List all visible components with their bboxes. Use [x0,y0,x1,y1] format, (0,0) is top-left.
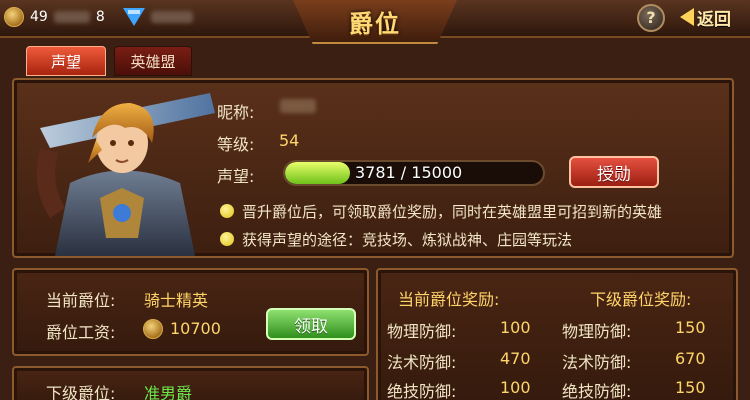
reward-next-label: 物理防御: [562,322,632,341]
reward-label: 物理防御: [387,322,457,341]
salary-label: 爵位工资: [46,323,116,342]
bullet-dot-icon [220,232,234,246]
next-rank-value: 准男爵 [144,384,193,400]
reputation-progress-fill [285,162,351,184]
gold-currency: 49 8 [4,5,105,29]
current-rewards-header: 当前爵位奖励: [398,290,500,309]
award-button[interactable]: 授勋 [569,156,659,188]
current-rank-label: 当前爵位: [46,291,116,310]
reward-current-value: 100 [500,378,531,397]
diamond-icon [123,8,145,26]
back-button[interactable]: 返回 [680,5,731,30]
reward-next-value: 150 [675,378,706,397]
reputation-label: 声望: [217,167,255,186]
nickname-label: 昵称: [217,103,255,122]
reward-label: 绝技防御: [387,382,457,400]
bullet-dot-icon [220,204,234,218]
hero-portrait [36,93,215,256]
current-rank-value: 骑士精英 [144,291,209,310]
reward-next-value: 670 [675,349,706,368]
tab-reputation[interactable]: 声望 [26,46,106,76]
reputation-progress-text: 3781 / 15000 [355,163,463,182]
reward-next-label: 绝技防御: [562,382,632,400]
page-title: 爵位 [349,9,401,38]
bullet-text: 获得声望的途径：竞技场、炼狱战神、庄园等玩法 [242,230,573,249]
claim-button[interactable]: 领取 [266,308,356,340]
next-rewards-header: 下级爵位奖励: [590,290,692,309]
salary-value: 10700 [170,319,221,338]
gold-suffix: 8 [95,9,105,25]
level-label: 等级: [217,135,255,154]
reward-next-label: 法术防御: [562,353,632,372]
info-bullet: 获得声望的途径：竞技场、炼狱战神、庄园等玩法 [220,229,572,249]
gold-coin-icon [4,7,24,27]
reward-next-value: 150 [675,318,706,337]
gold-prefix: 49 [30,9,48,25]
title-plate: 爵位 [293,0,457,44]
info-bullet: 晋升爵位后，可领取爵位奖励，同时在英雄盟里可招到新的英雄 [220,201,662,221]
next-rank-label: 下级爵位: [46,384,116,400]
gold-coin-icon [143,319,163,339]
level-value: 54 [279,131,300,150]
back-label: 返回 [697,9,731,30]
reward-current-value: 470 [500,349,531,368]
help-button[interactable]: ? [637,4,665,32]
gem-currency [123,5,193,29]
redacted-gem-value [151,11,193,23]
nickname-value-redacted [280,99,316,113]
tab-hero-alliance[interactable]: 英雄盟 [114,46,192,76]
back-arrow-icon [680,8,694,26]
bullet-text: 晋升爵位后，可领取爵位奖励，同时在英雄盟里可招到新的英雄 [242,202,663,221]
reward-current-value: 100 [500,318,531,337]
redacted-value [53,11,90,23]
reward-label: 法术防御: [387,353,457,372]
